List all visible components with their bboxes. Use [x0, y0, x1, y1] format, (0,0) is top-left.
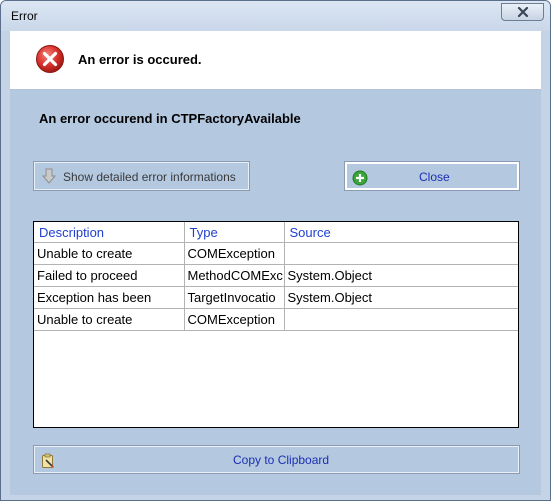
cell-type: COMException	[184, 242, 285, 265]
copy-to-clipboard-button[interactable]: Copy to Clipboard	[33, 445, 520, 474]
table-row[interactable]: Failed to proceed MethodCOMExc System.Ob…	[34, 264, 518, 287]
cell-type: COMException	[184, 308, 285, 331]
cell-source: System.Object	[284, 286, 518, 309]
title-bar[interactable]: Error	[1, 1, 550, 31]
error-grid[interactable]: Description Type Source Unable to create…	[33, 221, 519, 428]
cell-source	[284, 308, 518, 331]
column-header-description[interactable]: Description	[34, 222, 185, 243]
error-message: An error occurend in CTPFactoryAvailable	[39, 111, 301, 126]
clipboard-icon	[41, 453, 55, 471]
copy-to-clipboard-label: Copy to Clipboard	[233, 453, 330, 467]
cell-description: Unable to create	[34, 242, 185, 265]
header-panel: An error is occured.	[10, 31, 541, 90]
error-icon	[35, 44, 65, 74]
cell-type: MethodCOMExc	[184, 264, 285, 287]
grid-header-row: Description Type Source	[34, 222, 518, 243]
cell-source	[284, 242, 518, 265]
cell-type: TargetInvocatio	[184, 286, 285, 309]
window-title: Error	[11, 9, 38, 23]
plus-circle-icon	[352, 170, 368, 189]
cell-description: Exception has been	[34, 286, 185, 309]
close-icon	[517, 7, 529, 17]
table-row[interactable]: Unable to create COMException	[34, 308, 518, 331]
cell-source: System.Object	[284, 264, 518, 287]
show-details-button[interactable]: Show detailed error informations	[33, 161, 250, 191]
cell-description: Unable to create	[34, 308, 185, 331]
table-row[interactable]: Exception has been TargetInvocatio Syste…	[34, 286, 518, 309]
column-header-type[interactable]: Type	[184, 222, 285, 243]
arrow-down-icon	[41, 168, 57, 187]
error-table: Description Type Source Unable to create…	[34, 222, 518, 331]
header-title: An error is occured.	[78, 52, 202, 67]
window-close-button[interactable]	[501, 3, 544, 21]
cell-description: Failed to proceed	[34, 264, 185, 287]
table-row[interactable]: Unable to create COMException	[34, 242, 518, 265]
column-header-source[interactable]: Source	[284, 222, 518, 243]
close-button[interactable]: Close	[344, 161, 520, 191]
close-label: Close	[419, 170, 450, 184]
show-details-label: Show detailed error informations	[63, 170, 236, 184]
